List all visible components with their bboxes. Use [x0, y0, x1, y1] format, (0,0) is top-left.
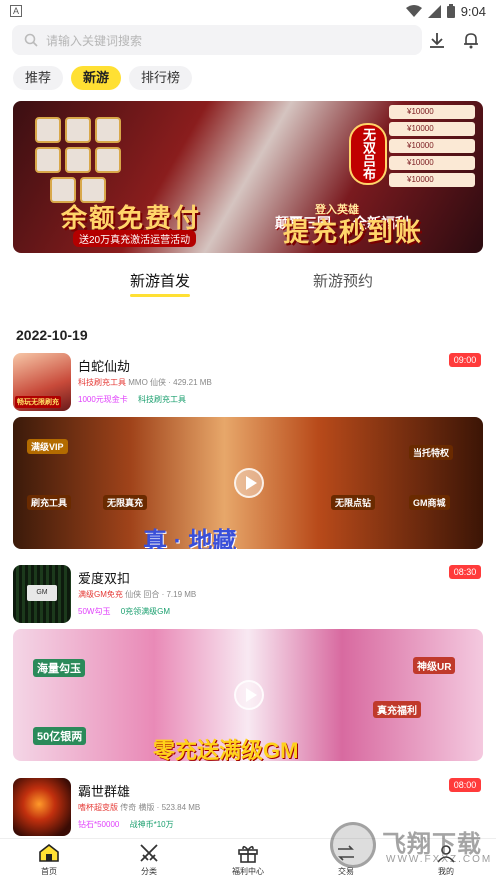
video-label: 无限点钻 [331, 495, 376, 510]
nav-category[interactable]: 分类 [119, 843, 179, 877]
game-video-thumbnail[interactable]: 海量勾玉 50亿银两 真充福利 神级UR 零充送满级GM [13, 629, 483, 761]
game-video-thumbnail[interactable]: 满级VIP 刷充工具 无限真充 无限点钻 GM商城 当托特权 真 · 地藏 [13, 417, 483, 549]
video-label: 满级VIP [27, 439, 68, 454]
game-meta-text: MMO 仙侠 · 429.21 MB [128, 378, 212, 387]
watermark-url: WWW.FXXZ.COM [386, 854, 493, 865]
banner-reward-list: ¥10000 ¥10000 ¥10000 ¥10000 ¥10000 [389, 105, 475, 225]
video-label: 海量勾玉 [33, 659, 85, 677]
active-tab-underline [130, 294, 191, 297]
game-meta: 科技刷充工具 MMO 仙侠 · 429.21 MB [78, 377, 212, 388]
game-icon-label: GM [27, 585, 57, 601]
tab-pre-order[interactable]: 新游预约 [313, 270, 373, 291]
tab-ranking[interactable]: 排行榜 [129, 66, 193, 90]
game-icon-label: 畅玩无限刷充 [15, 396, 61, 408]
search-placeholder: 请输入关键词搜索 [46, 33, 143, 48]
nav-welfare-label: 福利中心 [232, 867, 264, 876]
search-input[interactable]: 请输入关键词搜索 [12, 25, 422, 55]
game-item[interactable]: GM 爱度双扣 满级GM免充 仙侠 回合 · 7.19 MB 50W勾玉 0充领… [13, 565, 483, 625]
wifi-icon [405, 4, 422, 17]
video-label: 刷充工具 [27, 495, 72, 510]
game-name: 霸世群雄 [78, 784, 131, 799]
play-icon[interactable] [234, 468, 264, 498]
banner-subline: 送20万真充激活运营活动 [73, 230, 197, 247]
video-label: 50亿银两 [33, 727, 87, 745]
video-label: GM商城 [409, 495, 450, 510]
play-icon[interactable] [234, 680, 264, 710]
tab-new-release[interactable]: 新游首发 [130, 270, 191, 297]
game-highlight: 科技刷充工具 [78, 378, 126, 387]
site-watermark: 飞翔下载 WWW.FXXZ.COM [330, 818, 490, 874]
game-item[interactable]: 畅玩无限刷充 白蛇仙劫 科技刷充工具 MMO 仙侠 · 429.21 MB 10… [13, 353, 483, 413]
signal-icon [427, 4, 441, 18]
game-meta: 满级GM免充 仙侠 回合 · 7.19 MB [78, 589, 196, 600]
game-icon [13, 778, 71, 836]
battery-icon [446, 4, 455, 18]
category-tabs: 推荐 新游 排行榜 [13, 66, 193, 90]
game-tag: 1000元现金卡 [78, 395, 128, 404]
video-label: 当托特权 [409, 445, 454, 460]
swords-icon [140, 844, 158, 862]
banner-seal: 无双吕布 [349, 123, 387, 185]
status-bar: A 9:04 [0, 0, 496, 22]
nav-welfare[interactable]: 福利中心 [218, 843, 278, 877]
notification-icon: A [10, 5, 22, 17]
clock: 9:04 [460, 3, 486, 19]
nav-home-label: 首页 [41, 867, 57, 876]
download-icon[interactable] [428, 31, 446, 49]
game-tags: 50W勾玉 0充领满级GM [78, 606, 178, 617]
launch-time-badge: 09:00 [449, 353, 481, 367]
game-tags: 钻石*50000 战神币*10万 [78, 819, 182, 830]
game-tag: 0充领满级GM [120, 607, 171, 616]
game-meta-text: 仙侠 回合 · 7.19 MB [125, 590, 197, 599]
game-tag: 科技刷充工具 [138, 395, 187, 404]
game-icon: GM [13, 565, 71, 623]
launch-time-badge: 08:30 [449, 565, 481, 579]
game-icon: 畅玩无限刷充 [13, 353, 71, 411]
watermark-logo-icon [330, 822, 376, 868]
tab-new-release-label: 新游首发 [130, 273, 191, 290]
nav-home[interactable]: 首页 [19, 843, 79, 877]
banner-headline-right: 提充秒到账 [282, 217, 423, 247]
date-header: 2022-10-19 [16, 327, 88, 343]
game-meta: 嗜杯超变版 传奇 横版 · 523.84 MB [78, 802, 200, 813]
game-highlight: 嗜杯超变版 [78, 803, 118, 812]
gift-icon [238, 845, 258, 863]
video-label: 无限真充 [103, 495, 148, 510]
game-highlight: 满级GM免充 [78, 590, 123, 599]
game-tag: 战神币*10万 [129, 820, 174, 829]
search-row: 请输入关键词搜索 [0, 22, 496, 58]
video-label: 神级UR [413, 657, 456, 674]
game-name: 白蛇仙劫 [78, 359, 131, 374]
tab-recommend[interactable]: 推荐 [13, 66, 64, 90]
tab-pre-order-label: 新游预约 [313, 273, 374, 290]
sub-tabs: 新游首发 新游预约 [0, 270, 496, 302]
launch-time-badge: 08:00 [449, 778, 481, 792]
game-tag: 50W勾玉 [78, 607, 111, 616]
video-caption: 零充送满级GM [153, 738, 299, 761]
game-tags: 1000元现金卡 科技刷充工具 [78, 394, 194, 405]
video-caption: 真 · 地藏 [143, 528, 237, 549]
promo-banner[interactable]: 无双吕布 ¥10000 ¥10000 ¥10000 ¥10000 ¥10000 … [13, 101, 483, 253]
bell-icon[interactable] [462, 31, 480, 49]
home-icon [39, 843, 59, 862]
nav-category-label: 分类 [141, 867, 157, 876]
game-meta-text: 传奇 横版 · 523.84 MB [120, 803, 201, 812]
video-label: 真充福利 [373, 701, 421, 718]
game-tag: 钻石*50000 [78, 820, 120, 829]
search-icon [24, 33, 38, 47]
game-name: 爱度双扣 [78, 571, 131, 586]
tab-new-games[interactable]: 新游 [71, 66, 122, 90]
